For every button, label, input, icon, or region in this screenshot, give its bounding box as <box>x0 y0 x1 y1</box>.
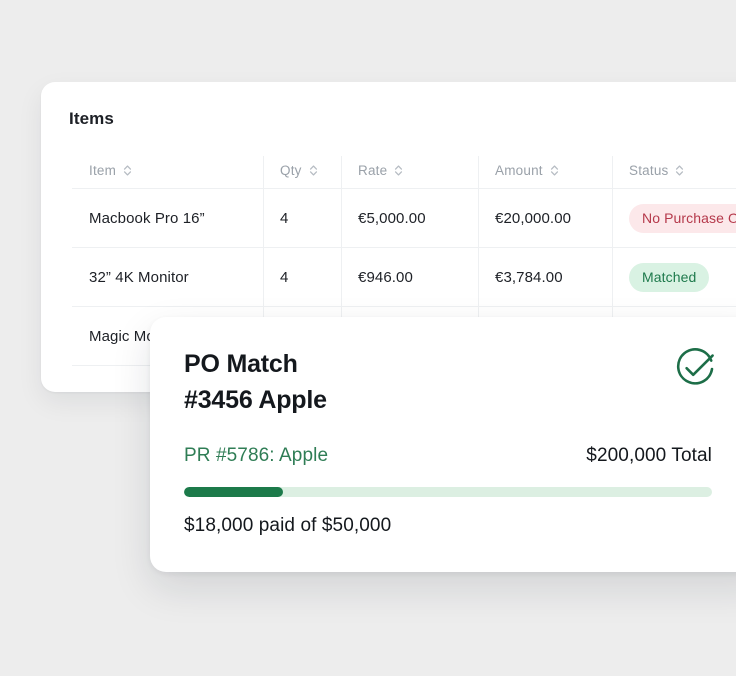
cell-value: €5,000.00 <box>358 209 426 227</box>
sort-chevrons-icon[interactable] <box>123 164 132 177</box>
cell-value: 32” 4K Monitor <box>89 268 189 286</box>
cell-qty: 4 <box>263 189 341 247</box>
cell-value: Macbook Pro 16” <box>89 209 205 227</box>
cell-value: 4 <box>280 209 289 227</box>
sort-chevrons-icon[interactable] <box>675 164 684 177</box>
cell-amount: €3,784.00 <box>478 248 612 306</box>
pr-link[interactable]: PR #5786: Apple <box>184 445 328 467</box>
cell-rate: €5,000.00 <box>341 189 478 247</box>
cell-item: 32” 4K Monitor <box>72 248 263 306</box>
column-header-label: Qty <box>280 162 302 178</box>
cell-value: €20,000.00 <box>495 209 572 227</box>
column-header-amount[interactable]: Amount <box>478 152 612 188</box>
column-header-label: Item <box>89 162 117 178</box>
payment-progress-fill <box>184 487 283 497</box>
cell-amount: €20,000.00 <box>478 189 612 247</box>
column-header-label: Rate <box>358 162 388 178</box>
po-match-title-line2: #3456 Apple <box>184 385 327 414</box>
column-header-rate[interactable]: Rate <box>341 152 478 188</box>
cell-status: No Purchase Order <box>612 189 736 247</box>
column-header-label: Status <box>629 162 669 178</box>
cell-qty: 4 <box>263 248 341 306</box>
cell-rate: €946.00 <box>341 248 478 306</box>
payment-progress-bar <box>184 487 712 497</box>
sort-chevrons-icon[interactable] <box>394 164 403 177</box>
cell-value: 4 <box>280 268 289 286</box>
po-match-title: PO Match #3456 Apple <box>184 347 327 418</box>
column-header-item[interactable]: Item <box>72 152 263 188</box>
sort-chevrons-icon[interactable] <box>550 164 559 177</box>
status-badge: No Purchase Order <box>629 203 736 233</box>
cell-value: €946.00 <box>358 268 413 286</box>
status-badge: Matched <box>629 262 710 292</box>
check-circle-icon <box>673 347 717 391</box>
column-header-status[interactable]: Status <box>612 152 736 188</box>
panel-title: Items <box>69 109 114 128</box>
po-match-title-line1: PO Match <box>184 350 298 378</box>
table-header-row: Item Qty Rate Amount Status <box>72 152 736 188</box>
column-header-label: Amount <box>495 162 543 178</box>
screen: Items Item Qty Rate Amount Status Macboo… <box>0 0 736 676</box>
cell-status: Matched <box>612 248 736 306</box>
table-row[interactable]: 32” 4K Monitor 4 €946.00 €3,784.00 Match… <box>72 248 736 306</box>
column-header-qty[interactable]: Qty <box>263 152 341 188</box>
po-match-card[interactable]: PO Match #3456 Apple PR #5786: Apple $20… <box>150 317 736 572</box>
cell-value: €3,784.00 <box>495 268 563 286</box>
cell-item: Macbook Pro 16” <box>72 189 263 247</box>
po-match-meta: PR #5786: Apple $200,000 Total <box>184 445 712 467</box>
po-total-amount: $200,000 Total <box>586 445 712 466</box>
paid-summary: $18,000 paid of $50,000 <box>184 515 392 536</box>
sort-chevrons-icon[interactable] <box>309 164 318 177</box>
table-row[interactable]: Macbook Pro 16” 4 €5,000.00 €20,000.00 N… <box>72 189 736 247</box>
